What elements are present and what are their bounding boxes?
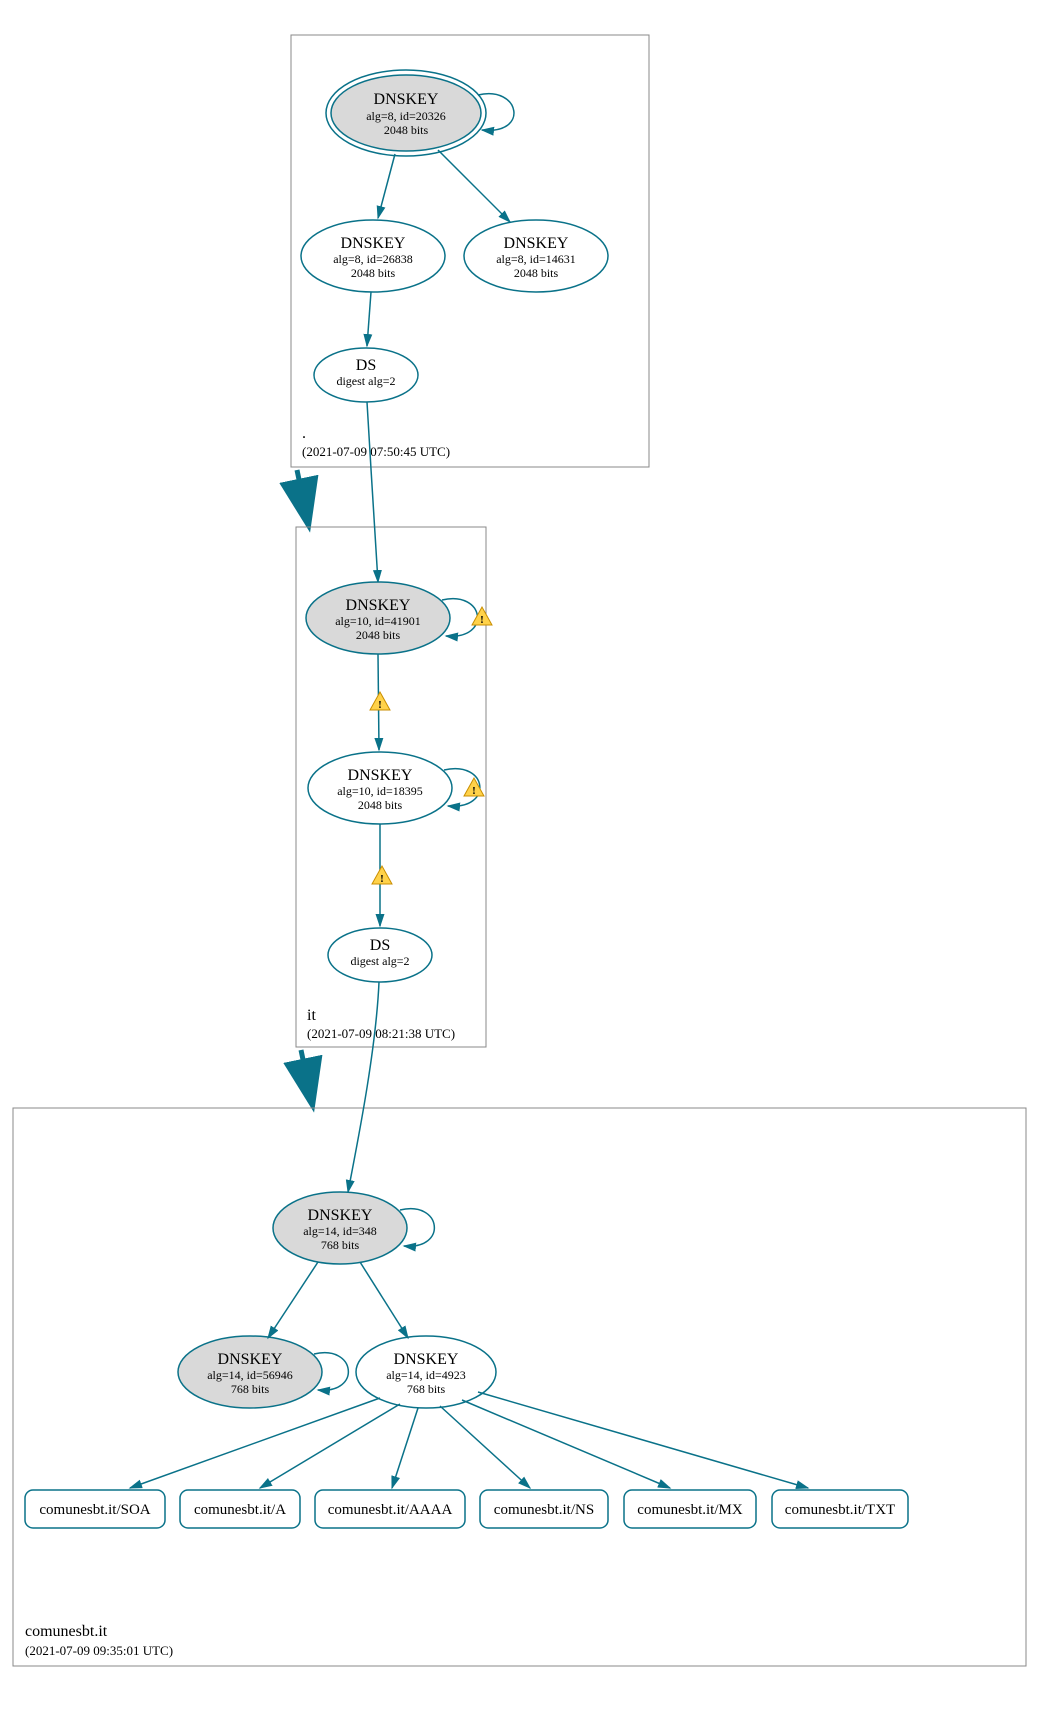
node-line2: 2048 bits — [358, 798, 403, 812]
zone-root-timestamp: (2021-07-09 07:50:45 UTC) — [302, 444, 450, 459]
node-line1: alg=10, id=41901 — [335, 614, 421, 628]
edge-zsk-ns — [440, 1406, 530, 1488]
rrset-label: comunesbt.it/MX — [637, 1502, 743, 1518]
node-leaf-key2[interactable]: DNSKEY alg=14, id=56946 768 bits — [178, 1336, 322, 1408]
node-line2: 2048 bits — [514, 266, 559, 280]
node-line2: 2048 bits — [351, 266, 396, 280]
node-title: DS — [356, 357, 376, 374]
node-line1: digest alg=2 — [336, 374, 395, 388]
node-it-ds[interactable]: DS digest alg=2 — [328, 928, 432, 982]
node-line1: alg=10, id=18395 — [337, 784, 423, 798]
node-title: DNSKEY — [218, 1351, 283, 1368]
edge-leafksk-key2 — [268, 1262, 318, 1338]
node-line2: 768 bits — [321, 1238, 360, 1252]
rrset-aaaa[interactable]: comunesbt.it/AAAA — [315, 1490, 465, 1528]
node-line1: alg=14, id=4923 — [386, 1368, 466, 1382]
node-title: DNSKEY — [374, 91, 439, 108]
node-line2: 2048 bits — [384, 123, 429, 137]
node-root-zsk1[interactable]: DNSKEY alg=8, id=26838 2048 bits — [301, 220, 445, 292]
svg-text:!: ! — [472, 785, 476, 797]
node-line1: alg=14, id=56946 — [207, 1368, 293, 1382]
rrset-soa[interactable]: comunesbt.it/SOA — [25, 1490, 165, 1528]
warning-icon[interactable]: ! — [370, 692, 390, 711]
zone-leaf-label: comunesbt.it — [25, 1623, 108, 1640]
node-title: DNSKEY — [341, 235, 406, 252]
edge-rootksk-zsk2 — [438, 150, 510, 222]
zone-root-label: . — [302, 425, 306, 442]
node-it-zsk[interactable]: DNSKEY alg=10, id=18395 2048 bits — [308, 752, 452, 824]
node-line1: alg=8, id=26838 — [333, 252, 413, 266]
rrset-label: comunesbt.it/A — [194, 1502, 286, 1518]
node-title: DNSKEY — [504, 235, 569, 252]
node-it-ksk[interactable]: DNSKEY alg=10, id=41901 2048 bits — [306, 582, 450, 654]
edge-rootksk-zsk1 — [378, 154, 395, 218]
node-line2: 768 bits — [231, 1382, 270, 1396]
node-title: DNSKEY — [394, 1351, 459, 1368]
node-root-zsk2[interactable]: DNSKEY alg=8, id=14631 2048 bits — [464, 220, 608, 292]
node-line2: 768 bits — [407, 1382, 446, 1396]
rrset-label: comunesbt.it/AAAA — [328, 1502, 453, 1518]
rrset-a[interactable]: comunesbt.it/A — [180, 1490, 300, 1528]
node-line1: digest alg=2 — [350, 954, 409, 968]
edge-leafksk-zsk — [360, 1262, 408, 1338]
warning-icon[interactable]: ! — [372, 866, 392, 885]
node-line1: alg=8, id=14631 — [496, 252, 576, 266]
edge-zsk-mx — [462, 1400, 670, 1488]
svg-text:!: ! — [380, 873, 384, 885]
rrset-label: comunesbt.it/NS — [494, 1502, 594, 1518]
svg-text:!: ! — [480, 614, 484, 626]
edge-zsk1-ds — [367, 292, 371, 346]
rrset-label: comunesbt.it/TXT — [785, 1502, 895, 1518]
delegation-root-it — [297, 470, 307, 518]
zone-it-timestamp: (2021-07-09 08:21:38 UTC) — [307, 1026, 455, 1041]
zone-leaf-box — [13, 1108, 1026, 1666]
rrset-txt[interactable]: comunesbt.it/TXT — [772, 1490, 908, 1528]
node-leaf-zsk[interactable]: DNSKEY alg=14, id=4923 768 bits — [356, 1336, 496, 1408]
svg-text:!: ! — [378, 699, 382, 711]
zone-it-label: it — [307, 1007, 316, 1024]
rrset-mx[interactable]: comunesbt.it/MX — [624, 1490, 756, 1528]
delegation-it-leaf — [301, 1050, 311, 1098]
zone-leaf-timestamp: (2021-07-09 09:35:01 UTC) — [25, 1643, 173, 1658]
node-title: DNSKEY — [348, 767, 413, 784]
node-root-ds[interactable]: DS digest alg=2 — [314, 348, 418, 402]
edge-itds-leafksk — [348, 982, 379, 1192]
edge-ds-itksk — [367, 402, 378, 582]
edge-zsk-txt — [478, 1392, 808, 1488]
node-line2: 2048 bits — [356, 628, 401, 642]
node-root-ksk[interactable]: DNSKEY alg=8, id=20326 2048 bits — [326, 70, 486, 156]
node-leaf-ksk[interactable]: DNSKEY alg=14, id=348 768 bits — [273, 1192, 407, 1264]
node-title: DNSKEY — [346, 597, 411, 614]
node-title: DNSKEY — [308, 1207, 373, 1224]
rrset-label: comunesbt.it/SOA — [39, 1502, 150, 1518]
node-line1: alg=8, id=20326 — [366, 109, 446, 123]
edge-zsk-aaaa — [392, 1408, 418, 1488]
dnssec-chain-diagram: . (2021-07-09 07:50:45 UTC) DNSKEY alg=8… — [0, 0, 1039, 1721]
warning-icon[interactable]: ! — [464, 778, 484, 797]
node-title: DS — [370, 937, 390, 954]
edge-zsk-soa — [130, 1398, 380, 1488]
node-line1: alg=14, id=348 — [303, 1224, 377, 1238]
rrset-ns[interactable]: comunesbt.it/NS — [480, 1490, 608, 1528]
